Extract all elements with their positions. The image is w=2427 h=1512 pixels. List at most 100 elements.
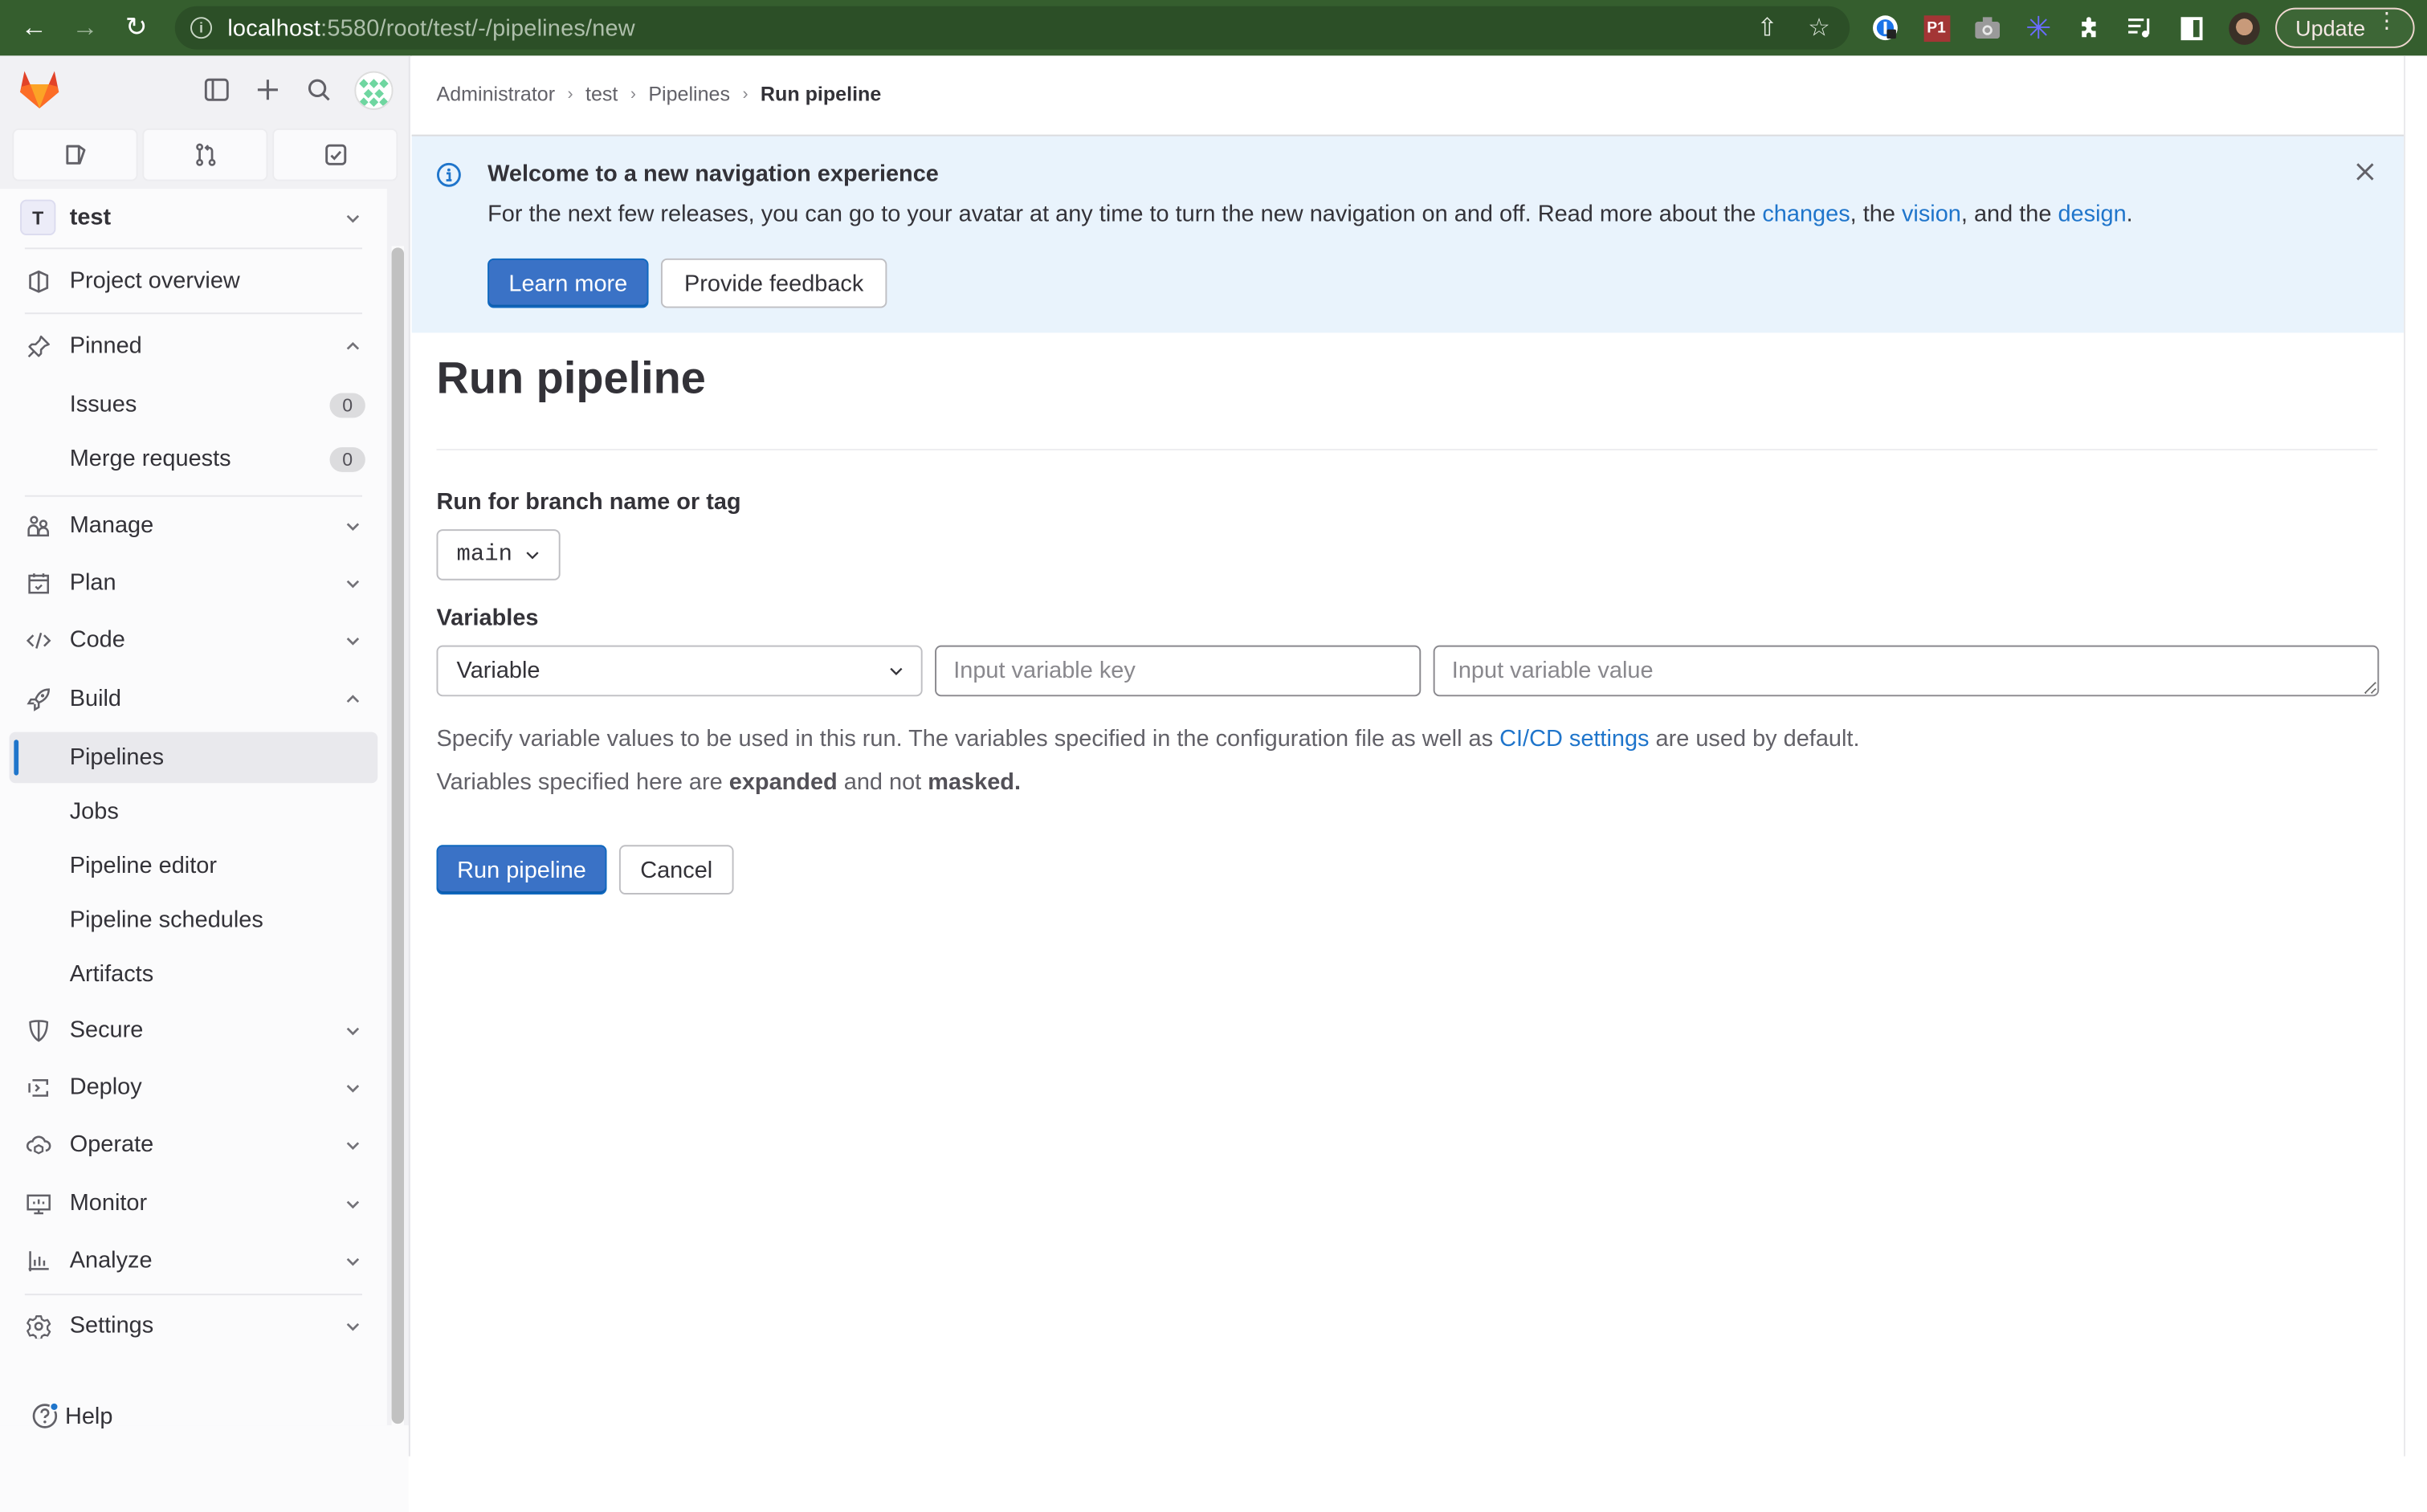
deploy-icon xyxy=(25,1074,53,1102)
pin-icon xyxy=(25,332,53,360)
merge-request-icon xyxy=(195,143,215,166)
browser-toolbar: ← → ↻ i localhost:5580/root/test/-/pipel… xyxy=(0,0,2427,56)
sidebar-item-merge-requests[interactable]: Merge requests 0 xyxy=(10,434,378,485)
help-button[interactable]: Help xyxy=(31,1401,113,1430)
cancel-button[interactable]: Cancel xyxy=(618,845,734,895)
project-icon xyxy=(25,267,53,295)
help-text: and not xyxy=(837,768,928,796)
code-icon xyxy=(25,626,53,654)
scrollbar-thumb[interactable] xyxy=(391,247,405,1424)
branch-value: main xyxy=(456,541,512,569)
back-icon[interactable]: ← xyxy=(17,10,51,44)
todo-checkbox-icon xyxy=(324,144,346,165)
help-text: are used by default. xyxy=(1649,725,1860,752)
merge-requests-shortcut-button[interactable] xyxy=(142,128,268,181)
side-panel-icon[interactable] xyxy=(2176,12,2208,43)
ci-cd-settings-link[interactable]: CI/CD settings xyxy=(1499,726,1649,752)
reading-list-icon[interactable] xyxy=(2125,12,2156,43)
browser-update-button[interactable]: Update ⋮ xyxy=(2275,7,2415,48)
sidebar-item-label: Plan xyxy=(69,569,116,597)
password-manager-icon[interactable] xyxy=(1870,12,1901,43)
chevron-down-icon xyxy=(344,1194,362,1212)
sidebar-item-pipeline-schedules[interactable]: Pipeline schedules xyxy=(10,895,378,946)
forward-icon[interactable]: → xyxy=(68,10,102,44)
sidebar-item-label: Analyze xyxy=(69,1247,153,1274)
share-icon[interactable]: ⇧ xyxy=(1756,12,1777,43)
sidebar-item-label: Pinned xyxy=(69,332,142,360)
help-text: Variables specified here are xyxy=(436,768,729,796)
sidebar-section-build[interactable]: Build xyxy=(10,673,378,724)
kebab-menu-icon[interactable]: ⋮ xyxy=(2376,10,2397,31)
banner-body: For the next few releases, you can go to… xyxy=(487,202,2133,228)
issues-shortcut-button[interactable] xyxy=(12,128,138,181)
sidebar-item-pipeline-editor[interactable]: Pipeline editor xyxy=(10,841,378,892)
help-label: Help xyxy=(64,1403,113,1429)
gear-icon xyxy=(25,1311,53,1339)
url-text[interactable]: localhost:5580/root/test/-/pipelines/new xyxy=(227,14,635,41)
project-switcher[interactable]: T test xyxy=(10,192,378,243)
profile-avatar-icon[interactable] xyxy=(2229,11,2260,44)
p1-extension-icon[interactable]: P1 xyxy=(1921,12,1952,43)
sidebar-nav: T test Project overview Pinned Issues 0 … xyxy=(0,189,387,1426)
branch-dropdown[interactable]: main xyxy=(436,529,561,581)
cloud-icon xyxy=(25,1131,53,1159)
sidebar-item-label: Artifacts xyxy=(69,960,154,988)
site-info-icon[interactable]: i xyxy=(190,17,213,39)
sidebar-section-deploy[interactable]: Deploy xyxy=(10,1062,378,1113)
breadcrumb-current[interactable]: Run pipeline xyxy=(761,82,881,105)
breadcrumb-pipelines[interactable]: Pipelines xyxy=(648,82,730,105)
page-scrollbar-track xyxy=(2404,55,2427,1457)
sidebar-item-project-overview[interactable]: Project overview xyxy=(10,255,378,307)
users-icon xyxy=(25,511,53,540)
run-pipeline-button[interactable]: Run pipeline xyxy=(436,845,607,895)
sidebar-section-manage[interactable]: Manage xyxy=(10,500,378,552)
sidebar-section-code[interactable]: Code xyxy=(10,614,378,666)
chevron-down-icon xyxy=(344,1251,362,1270)
update-label: Update xyxy=(2295,15,2366,41)
variable-value-input[interactable] xyxy=(1433,645,2380,697)
variables-help-text: Specify variable values to be used in th… xyxy=(436,726,1859,752)
changes-link[interactable]: changes xyxy=(1762,202,1850,228)
sidebar-item-issues[interactable]: Issues 0 xyxy=(10,379,378,430)
sidebar-section-operate[interactable]: Operate xyxy=(10,1119,378,1170)
divider xyxy=(24,1294,362,1296)
user-avatar[interactable] xyxy=(354,71,394,110)
sidebar-scrollbar[interactable] xyxy=(391,246,405,1426)
main-content: Administrator › test › Pipelines › Run p… xyxy=(411,55,2405,1457)
sidebar-item-pipelines[interactable]: Pipelines xyxy=(9,732,378,784)
puzzle-extensions-icon[interactable] xyxy=(2074,12,2106,43)
sidebar-item-jobs[interactable]: Jobs xyxy=(10,786,378,838)
sidebar-section-monitor[interactable]: Monitor xyxy=(10,1178,378,1229)
bookmark-star-icon[interactable]: ☆ xyxy=(1808,12,1830,43)
breadcrumb-test[interactable]: test xyxy=(585,82,618,105)
search-icon[interactable] xyxy=(305,75,333,104)
sidebar-section-secure[interactable]: Secure xyxy=(10,1005,378,1056)
asterisk-extension-icon[interactable]: ✳ xyxy=(2023,11,2054,45)
rocket-icon xyxy=(25,685,53,713)
breadcrumb-administrator[interactable]: Administrator xyxy=(436,82,555,105)
sidebar-item-artifacts[interactable]: Artifacts xyxy=(10,948,378,1000)
sidebar-item-label: Merge requests xyxy=(69,446,231,472)
design-link[interactable]: design xyxy=(2058,202,2126,228)
camera-extension-icon[interactable] xyxy=(1972,12,2003,43)
shield-icon xyxy=(25,1016,53,1044)
gitlab-logo-icon[interactable] xyxy=(18,70,60,110)
close-icon[interactable] xyxy=(2354,161,2376,182)
variable-type-select[interactable]: Variable xyxy=(436,645,923,697)
sidebar-section-plan[interactable]: Plan xyxy=(10,557,378,609)
vision-link[interactable]: vision xyxy=(1902,202,1961,228)
divider xyxy=(24,495,362,497)
sidebar-section-settings[interactable]: Settings xyxy=(10,1300,378,1351)
collapse-sidebar-icon[interactable] xyxy=(202,75,230,104)
provide-feedback-button[interactable]: Provide feedback xyxy=(660,258,887,308)
divider xyxy=(436,448,2378,450)
create-new-icon[interactable] xyxy=(254,75,282,104)
todos-shortcut-button[interactable] xyxy=(272,128,398,181)
sidebar-section-analyze[interactable]: Analyze xyxy=(10,1235,378,1286)
chevron-down-icon xyxy=(344,1021,362,1039)
sidebar-section-pinned[interactable]: Pinned xyxy=(10,320,378,372)
learn-more-button[interactable]: Learn more xyxy=(487,258,649,308)
variable-key-input[interactable] xyxy=(935,645,1422,697)
address-bar[interactable]: i localhost:5580/root/test/-/pipelines/n… xyxy=(174,6,1850,50)
reload-icon[interactable]: ↻ xyxy=(119,10,153,44)
